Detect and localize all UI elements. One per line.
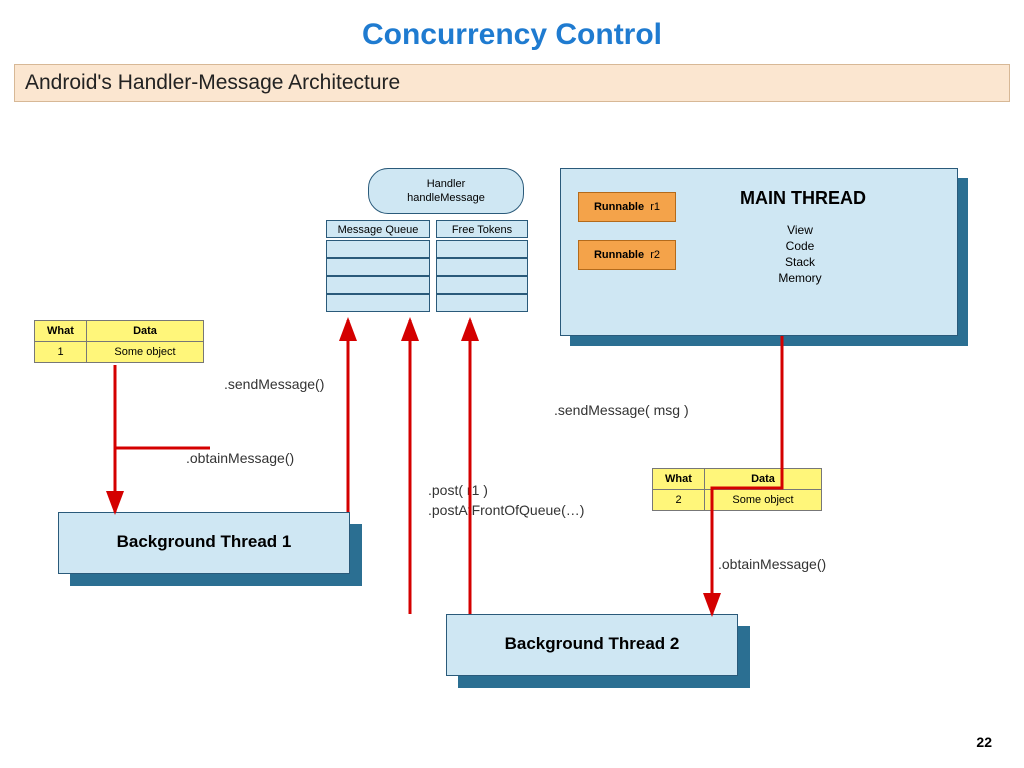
arrows-svg xyxy=(0,0,1024,768)
